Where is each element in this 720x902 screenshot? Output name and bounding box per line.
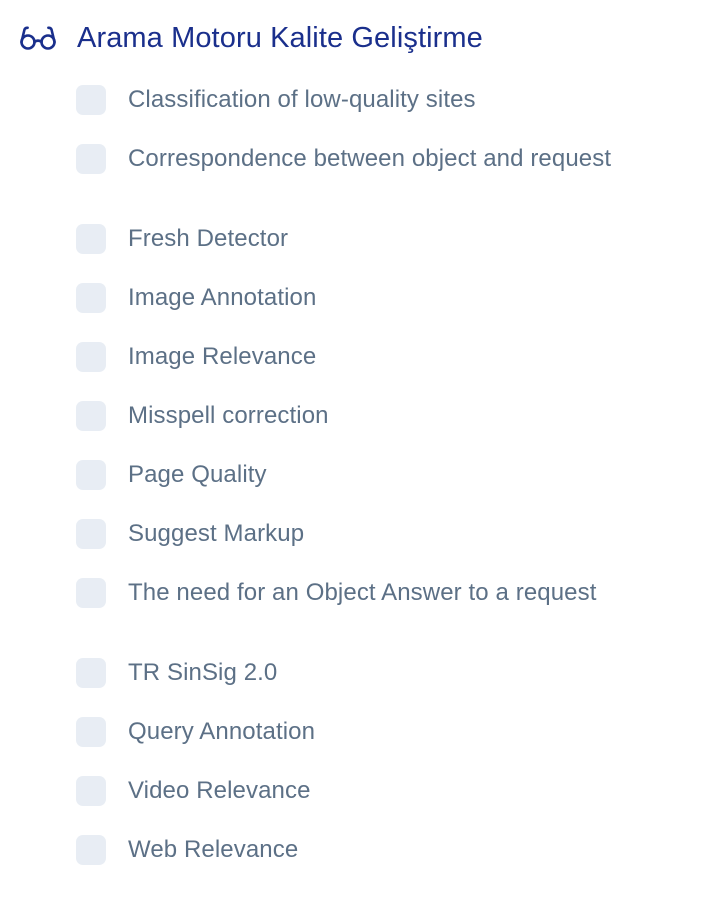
- checkbox-item-classification-low-quality-sites[interactable]: Classification of low-quality sites: [76, 83, 476, 117]
- checkbox[interactable]: [76, 776, 106, 806]
- checkbox-label: Page Quality: [128, 461, 267, 488]
- checkbox-label: The need for an Object Answer to a reque…: [128, 579, 597, 606]
- checkbox-item-web-relevance[interactable]: Web Relevance: [76, 833, 298, 867]
- checkbox-item-image-relevance[interactable]: Image Relevance: [76, 340, 316, 374]
- checkbox[interactable]: [76, 717, 106, 747]
- checkbox-label: Web Relevance: [128, 836, 299, 863]
- checkbox[interactable]: [76, 519, 106, 549]
- checkbox-label: Image Annotation: [128, 284, 317, 311]
- checkbox-label: Image Relevance: [128, 343, 317, 370]
- checkbox-item-query-annotation[interactable]: Query Annotation: [76, 715, 315, 749]
- checkbox[interactable]: [76, 342, 106, 372]
- checkbox-item-video-relevance[interactable]: Video Relevance: [76, 774, 311, 808]
- checkbox-label: Fresh Detector: [128, 225, 289, 252]
- checkbox[interactable]: [76, 224, 106, 254]
- glasses-icon: [19, 25, 57, 51]
- checkbox-item-object-answer-need[interactable]: The need for an Object Answer to a reque…: [76, 576, 596, 610]
- group-title: Arama Motoru Kalite Geliştirme: [77, 21, 483, 54]
- checkbox[interactable]: [76, 578, 106, 608]
- checkbox-label: Video Relevance: [128, 777, 311, 804]
- checkbox-item-image-annotation[interactable]: Image Annotation: [76, 281, 316, 315]
- checkbox-label: Misspell correction: [128, 402, 329, 429]
- checkbox-item-page-quality[interactable]: Page Quality: [76, 458, 267, 492]
- checkbox-label: Query Annotation: [128, 718, 316, 745]
- checkbox-label: Correspondence between object and reques…: [128, 145, 612, 172]
- checkbox[interactable]: [76, 401, 106, 431]
- checkbox-item-misspell-correction[interactable]: Misspell correction: [76, 399, 329, 433]
- checkbox-label: Classification of low-quality sites: [128, 86, 476, 113]
- checkbox[interactable]: [76, 144, 106, 174]
- checkbox-item-fresh-detector[interactable]: Fresh Detector: [76, 222, 288, 256]
- group-header: Arama Motoru Kalite Geliştirme: [19, 16, 483, 60]
- checkbox[interactable]: [76, 283, 106, 313]
- checkbox[interactable]: [76, 835, 106, 865]
- checkbox[interactable]: [76, 658, 106, 688]
- checkbox-label: TR SinSig 2.0: [128, 659, 278, 686]
- checkbox-item-correspondence-object-request[interactable]: Correspondence between object and reques…: [76, 142, 611, 176]
- checkbox-item-suggest-markup[interactable]: Suggest Markup: [76, 517, 304, 551]
- checkbox[interactable]: [76, 85, 106, 115]
- checkbox-item-tr-sinsig[interactable]: TR SinSig 2.0: [76, 656, 277, 690]
- checkbox[interactable]: [76, 460, 106, 490]
- checkbox-label: Suggest Markup: [128, 520, 305, 547]
